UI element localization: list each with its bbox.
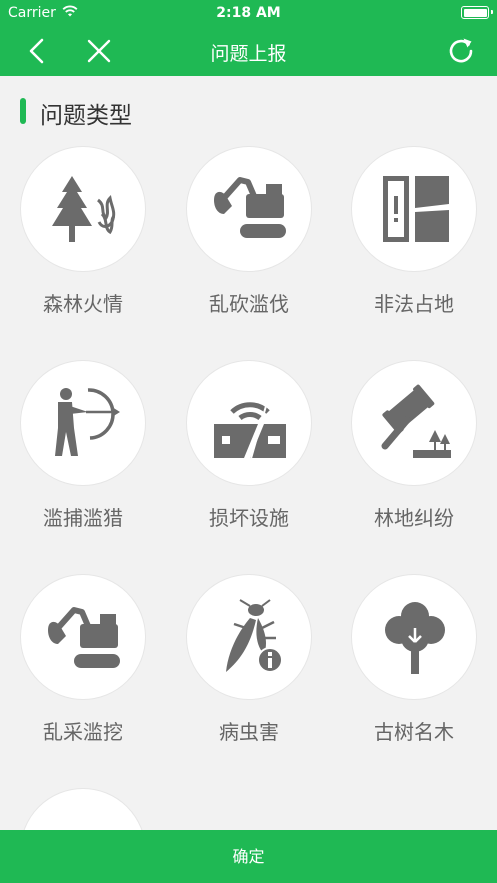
category-label: 非法占地 <box>374 292 454 316</box>
category-forest-fire[interactable]: 森林火情 <box>18 146 148 336</box>
category-label: 森林火情 <box>43 292 123 316</box>
category-icon-circle <box>351 574 477 700</box>
archer-icon <box>55 388 120 456</box>
category-label: 病虫害 <box>219 720 279 744</box>
category-label: 损坏设施 <box>209 506 289 530</box>
category-label: 乱采滥挖 <box>43 720 123 744</box>
category-illegal-digging[interactable]: 乱采滥挖 <box>18 574 148 764</box>
forest-fire-icon <box>52 176 116 242</box>
broken-facility-icon <box>214 391 286 463</box>
land-occupation-icon <box>383 176 449 242</box>
section-header: 问题类型 <box>0 76 497 146</box>
category-partial[interactable] <box>18 788 148 830</box>
category-icon-circle <box>20 146 146 272</box>
category-label: 古树名木 <box>374 720 454 744</box>
category-illegal-land-occupation[interactable]: 非法占地 <box>349 146 479 336</box>
section-title: 问题类型 <box>40 103 132 129</box>
status-bar: Carrier 2:18 AM <box>0 0 497 26</box>
category-icon-circle <box>186 146 312 272</box>
category-label: 乱砍滥伐 <box>209 292 289 316</box>
section-accent-bar <box>20 98 26 124</box>
category-ancient-trees[interactable]: 古树名木 <box>349 574 479 764</box>
refresh-icon <box>449 38 473 63</box>
category-pests[interactable]: 病虫害 <box>184 574 314 764</box>
ancient-tree-icon <box>385 602 445 674</box>
category-icon-circle <box>351 360 477 486</box>
category-damaged-facility[interactable]: 损坏设施 <box>184 360 314 550</box>
category-label: 滥捕滥猎 <box>43 506 123 530</box>
gavel-icon <box>381 384 451 458</box>
category-forest-land-dispute[interactable]: 林地纠纷 <box>349 360 479 550</box>
pest-icon <box>226 599 283 673</box>
category-illegal-hunting[interactable]: 滥捕滥猎 <box>18 360 148 550</box>
nav-bar: 问题上报 <box>0 26 497 76</box>
category-icon-circle <box>186 360 312 486</box>
refresh-button[interactable] <box>444 34 478 68</box>
category-label: 林地纠纷 <box>374 506 454 530</box>
battery-icon <box>461 6 493 19</box>
category-icon-circle <box>351 146 477 272</box>
category-icon-circle <box>20 574 146 700</box>
clock: 2:18 AM <box>216 5 281 21</box>
category-icon-circle <box>186 574 312 700</box>
category-illegal-logging[interactable]: 乱砍滥伐 <box>184 146 314 336</box>
excavator-icon <box>214 177 286 238</box>
digger-icon <box>48 607 120 668</box>
category-icon-circle <box>20 360 146 486</box>
page-title: 问题上报 <box>210 43 287 65</box>
category-icon-circle <box>20 788 146 830</box>
confirm-button[interactable]: 确定 <box>0 830 497 883</box>
